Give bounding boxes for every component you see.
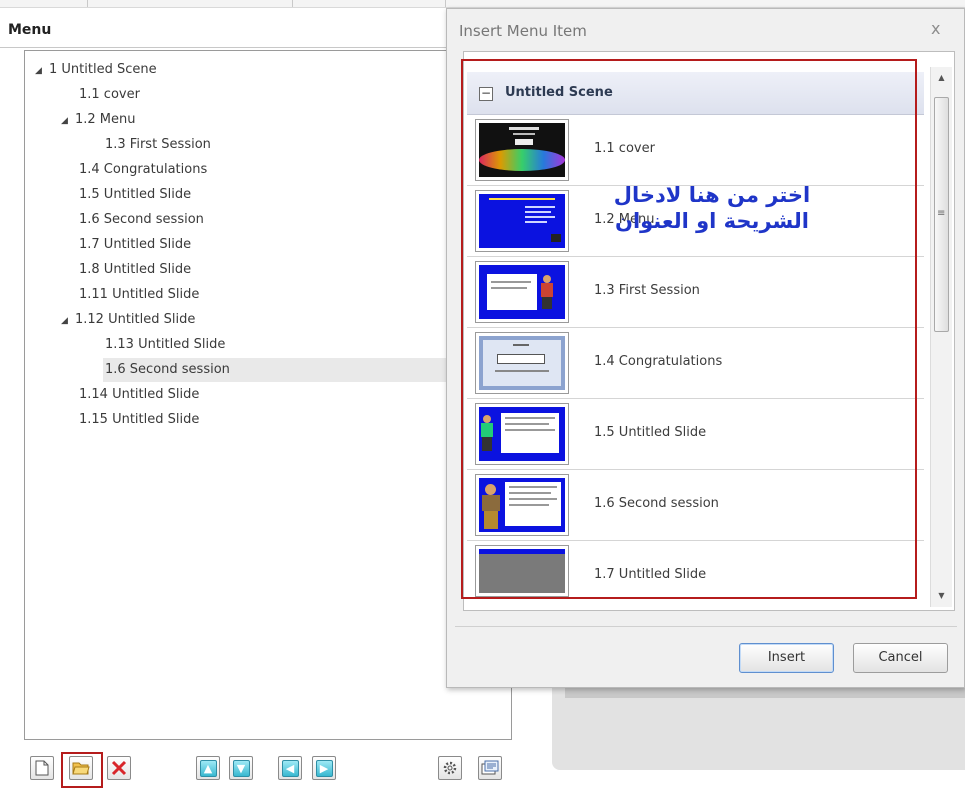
settings-gear-icon [443, 761, 457, 775]
tree-node[interactable]: 1.11 Untitled Slide [79, 284, 199, 306]
annotation-highlight-box [461, 59, 917, 599]
tree-node[interactable]: ◢ 1.2 Menu [61, 109, 136, 131]
menu-tree[interactable]: ◢ 1 Untitled Scene 1.1 cover ◢ 1.2 Menu 1.… [24, 50, 523, 740]
tree-node[interactable]: 1.1 cover [79, 84, 140, 106]
divider [455, 626, 957, 627]
vertical-scrollbar[interactable]: ▲ ≡ ▼ [930, 67, 952, 607]
top-tab[interactable] [88, 0, 293, 7]
top-tab[interactable] [293, 0, 446, 7]
grip-icon: ≡ [937, 208, 946, 219]
new-page-icon [35, 760, 49, 776]
tree-node-selected[interactable]: 1.6 Second session [105, 359, 230, 381]
arrow-down-icon: ▼ [232, 759, 250, 777]
move-left-button[interactable]: ◀ [278, 756, 302, 780]
divider [0, 47, 450, 48]
annotation-text: اختر من هنا لادخال الشريحة او العنوان [597, 182, 827, 234]
insert-menu-item-dialog: Insert Menu Item x − Untitled Scene 1.1 … [446, 8, 965, 688]
delete-x-icon [111, 760, 127, 776]
tree-node[interactable]: 1.15 Untitled Slide [79, 409, 199, 431]
arrow-right-icon: ▶ [315, 759, 333, 777]
tree-node[interactable]: 1.7 Untitled Slide [79, 234, 191, 256]
tree-node[interactable]: 1.3 First Session [105, 134, 211, 156]
move-right-button[interactable]: ▶ [312, 756, 336, 780]
tree-node-scene[interactable]: ◢ 1 Untitled Scene [35, 59, 157, 81]
settings-button[interactable] [438, 756, 462, 780]
scrollbar-thumb[interactable]: ≡ [934, 97, 949, 332]
tree-node[interactable]: 1.4 Congratulations [79, 159, 207, 181]
tree-node[interactable]: 1.14 Untitled Slide [79, 384, 199, 406]
scroll-up-icon[interactable]: ▲ [933, 69, 950, 86]
annotation-line-2: الشريحة او العنوان [615, 209, 809, 233]
move-up-button[interactable]: ▲ [196, 756, 220, 780]
expand-triangle-icon[interactable]: ◢ [61, 110, 75, 132]
tree-node[interactable]: 1.6 Second session [79, 209, 204, 231]
expand-triangle-icon[interactable]: ◢ [35, 60, 49, 82]
tree-node[interactable]: 1.5 Untitled Slide [79, 184, 191, 206]
tree-node[interactable]: ◢ 1.12 Untitled Slide [61, 309, 195, 331]
expand-triangle-icon[interactable]: ◢ [61, 310, 75, 332]
open-folder-icon [72, 762, 90, 774]
move-down-button[interactable]: ▼ [229, 756, 253, 780]
dialog-title: Insert Menu Item [459, 22, 587, 40]
tree-node[interactable]: 1.13 Untitled Slide [105, 334, 225, 356]
arrow-up-icon: ▲ [199, 759, 217, 777]
insert-button[interactable]: Insert [739, 643, 834, 673]
delete-button[interactable] [107, 756, 131, 780]
top-tab-strip [0, 0, 965, 8]
menu-panel-title: Menu [8, 22, 52, 38]
annotation-line-1: اختر من هنا لادخال [613, 183, 811, 207]
open-folder-button[interactable] [69, 756, 93, 780]
slides-icon [481, 760, 499, 775]
new-page-button[interactable] [30, 756, 54, 780]
scroll-down-icon[interactable]: ▼ [933, 587, 950, 604]
tree-node[interactable]: 1.8 Untitled Slide [79, 259, 191, 281]
cancel-button[interactable]: Cancel [853, 643, 948, 673]
close-icon[interactable]: x [931, 19, 940, 38]
slides-button[interactable] [478, 756, 502, 780]
arrow-left-icon: ◀ [281, 759, 299, 777]
top-tab[interactable] [0, 0, 88, 7]
